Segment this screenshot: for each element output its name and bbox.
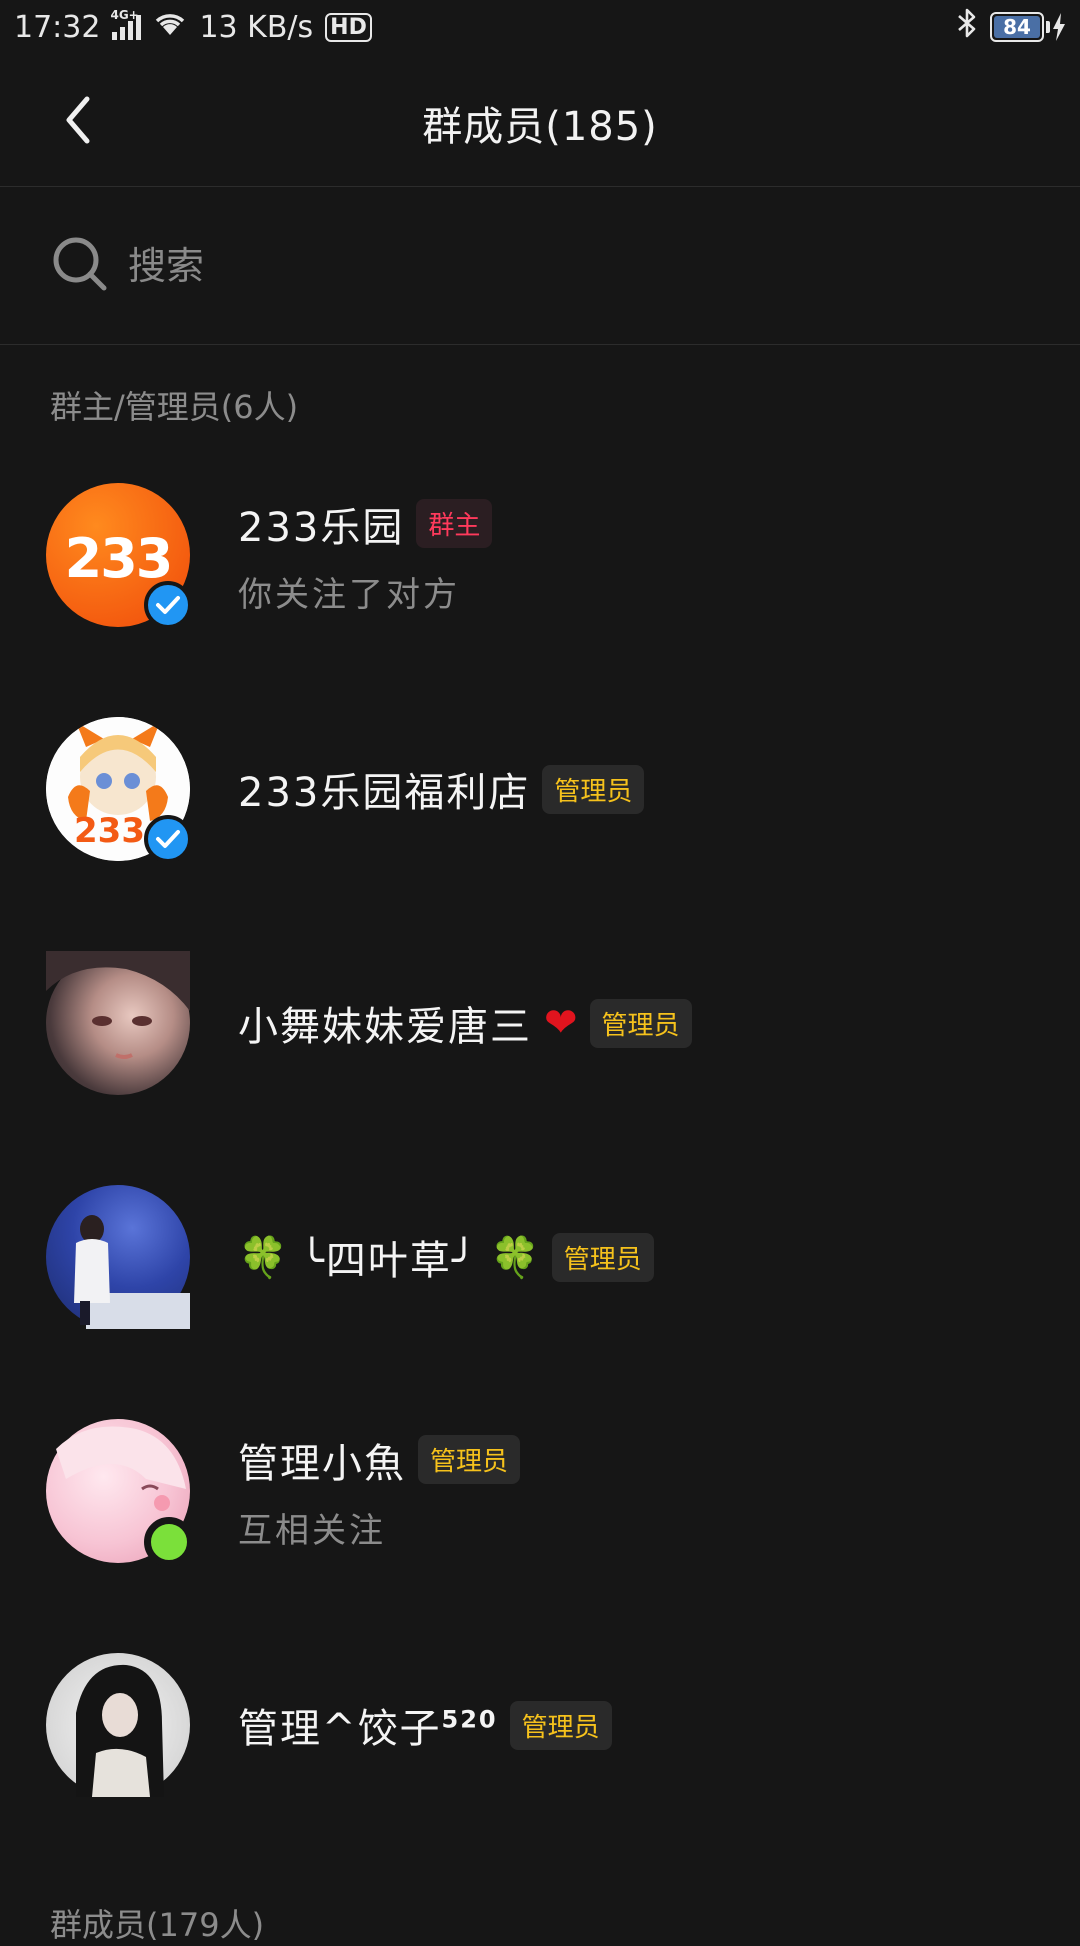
status-left: 17:32 4G+ 13 KB/s HD (14, 8, 372, 45)
search-bar[interactable] (0, 188, 1080, 345)
member-info: 管理小魚 管理员 互相关注 (238, 1431, 521, 1552)
section-header-members: 群成员(179人) (50, 1906, 265, 1944)
member-row[interactable]: 管理小魚 管理员 互相关注 (0, 1374, 1080, 1608)
follow-status: 你关注了对方 (238, 574, 460, 615)
hd-icon: HD (325, 12, 372, 42)
status-bar: 17:32 4G+ 13 KB/s HD 84 (0, 0, 1080, 54)
cellular-signal-icon: 4G+ (110, 8, 142, 40)
admin-badge: 管理员 (542, 764, 645, 814)
avatar-logo: 233 (74, 811, 145, 851)
member-row[interactable]: 🍀 ╰四叶草╯ 🍀 管理员 (0, 1140, 1080, 1374)
member-name: ╰四叶草╯ (299, 1238, 478, 1284)
avatar (46, 1419, 194, 1567)
avatar: 233 (46, 483, 192, 629)
name-row: 233乐园 群主 (238, 495, 493, 553)
member-row[interactable]: 管理^饺子520 管理员 (0, 1608, 1080, 1842)
admin-badge: 管理员 (509, 1700, 612, 1750)
follow-status: 互相关注 (238, 1510, 386, 1551)
member-name: 小舞妹妹爱唐三 (238, 1004, 532, 1050)
name-row: 小舞妹妹爱唐三 ❤ 管理员 (238, 994, 692, 1052)
member-name: 233乐园福利店 (238, 770, 531, 816)
avatar (46, 1653, 190, 1797)
name-row: 管理^饺子520 管理员 (238, 1696, 612, 1754)
avatar (46, 1185, 190, 1329)
admin-badge: 管理员 (418, 1435, 521, 1484)
network-speed: 13 KB/s (199, 9, 314, 45)
avatar-portrait (76, 1664, 164, 1797)
charging-icon (1053, 13, 1065, 41)
search-icon (50, 234, 110, 298)
bluetooth-icon (956, 8, 978, 46)
admin-badge: 管理员 (551, 1232, 654, 1282)
section-header-admins: 群主/管理员(6人) (50, 388, 299, 426)
name-row: 管理小魚 管理员 (238, 1431, 521, 1489)
avatar-face (46, 951, 190, 1059)
online-status-dot (144, 1517, 194, 1567)
name-row: 233乐园福利店 管理员 (238, 760, 645, 818)
verified-icon (144, 581, 192, 629)
admin-badge: 管理员 (589, 998, 692, 1048)
member-row[interactable]: 233 233乐园 群主 你关注了对方 (0, 438, 1080, 672)
member-info: 🍀 ╰四叶草╯ 🍀 管理员 (238, 1228, 654, 1286)
member-info: 小舞妹妹爱唐三 ❤ 管理员 (238, 994, 692, 1052)
nav-bar: 群成员(185) (0, 54, 1080, 187)
network-type: 4G+ (110, 8, 139, 22)
search-input[interactable] (128, 244, 928, 288)
owner-badge: 群主 (416, 499, 493, 548)
clover-icon: 🍀 (489, 1234, 540, 1281)
avatar (46, 951, 190, 1095)
battery-level: 84 (994, 15, 1040, 39)
member-info: 233乐园 群主 你关注了对方 (238, 495, 493, 616)
page-title: 群成员(185) (422, 104, 658, 150)
member-name-text: 管理^饺子 (238, 1706, 442, 1752)
avatar: 233 (46, 717, 192, 863)
status-time: 17:32 (14, 9, 101, 45)
member-info: 233乐园福利店 管理员 (238, 760, 645, 818)
member-name: 管理^饺子520 (238, 1696, 498, 1754)
member-name: 管理小魚 (238, 1440, 406, 1487)
wifi-icon (153, 10, 187, 45)
heart-icon: ❤ (544, 1000, 578, 1046)
member-row[interactable]: 233 233乐园福利店 管理员 (0, 672, 1080, 906)
member-info: 管理^饺子520 管理员 (238, 1696, 612, 1754)
avatar-figure (74, 1215, 190, 1329)
member-row[interactable]: 小舞妹妹爱唐三 ❤ 管理员 (0, 906, 1080, 1140)
name-row: 🍀 ╰四叶草╯ 🍀 管理员 (238, 1228, 654, 1286)
status-right: 84 (956, 8, 1066, 46)
battery-icon: 84 (990, 12, 1066, 42)
member-name-superscript: 520 (441, 1705, 498, 1734)
clover-icon: 🍀 (238, 1234, 288, 1281)
member-name: 233乐园 (238, 504, 405, 551)
verified-icon (144, 815, 192, 863)
